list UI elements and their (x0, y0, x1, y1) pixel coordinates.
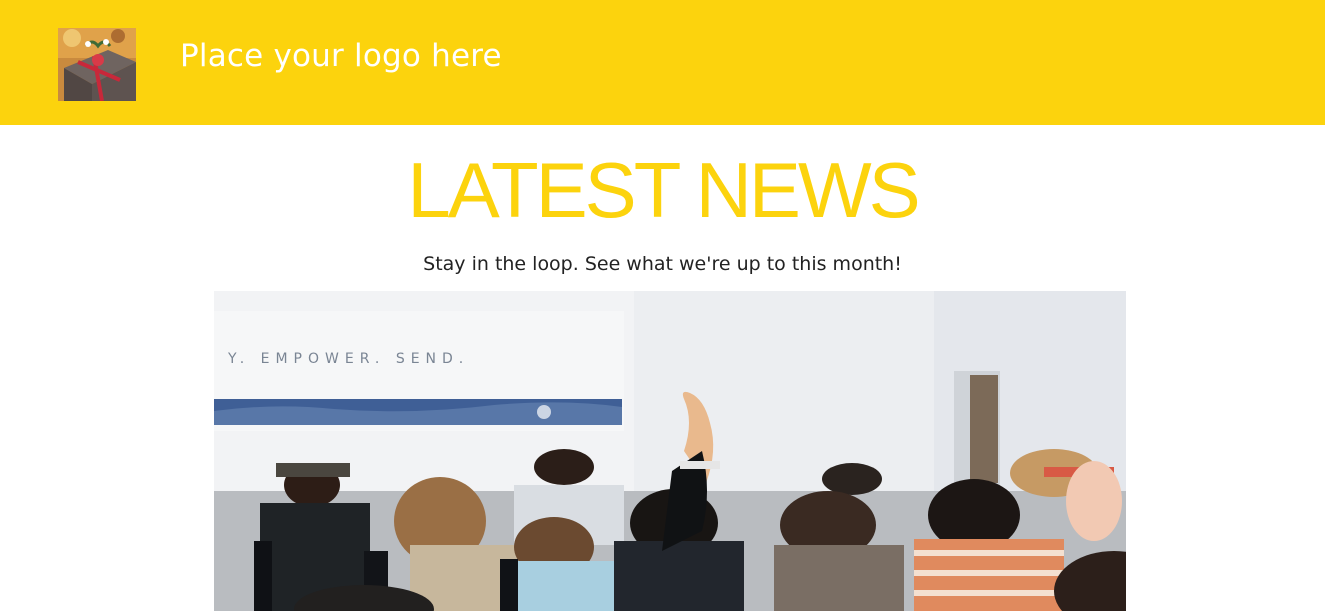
hero-image: Y. EMPOWER. SEND. (214, 291, 1126, 611)
page-subtitle: Stay in the loop. See what we're up to t… (423, 253, 902, 275)
gift-box-photo-icon (58, 28, 136, 101)
header-bar: Place your logo here (0, 0, 1325, 125)
page-title: LATEST NEWS (407, 146, 920, 234)
classroom-photo-icon: Y. EMPOWER. SEND. (214, 291, 1126, 611)
banner-text: Y. EMPOWER. SEND. (227, 351, 469, 367)
logo-image[interactable] (58, 28, 136, 101)
logo-placeholder-text[interactable]: Place your logo here (180, 38, 502, 74)
